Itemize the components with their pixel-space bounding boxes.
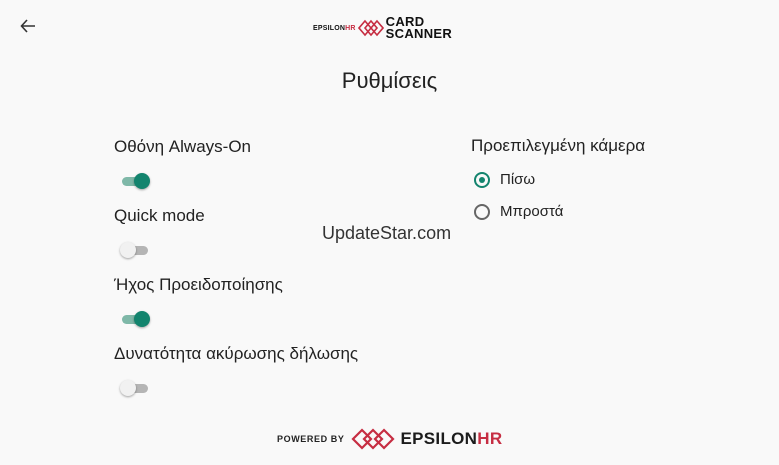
watermark-text: UpdateStar.com	[322, 223, 452, 243]
epsilonhr-logo-icon	[350, 428, 395, 450]
alert-sound-toggle[interactable]	[121, 310, 151, 328]
toggle-thumb	[134, 173, 150, 189]
toggle-thumb	[134, 311, 150, 327]
setting-label-always-on: Οθόνη Always-On	[114, 137, 251, 156]
camera-option-back[interactable]: Πίσω	[474, 171, 535, 188]
setting-label-quick-mode: Quick mode	[114, 206, 205, 225]
camera-option-front[interactable]: Μπροστά	[474, 203, 563, 220]
app-logo: EPSILONHR CARD SCANNER	[313, 14, 453, 41]
epsilonhr-logo-icon	[357, 19, 384, 37]
footer-brand: EPSILONHR	[400, 429, 503, 448]
back-button[interactable]	[16, 14, 40, 38]
camera-option-label: Μπροστά	[500, 203, 564, 220]
arrow-left-icon	[20, 19, 35, 33]
camera-option-label: Πίσω	[500, 171, 536, 188]
page-title: Ρυθμίσεις	[341, 68, 438, 93]
logo-product-name: CARD SCANNER	[385, 14, 453, 41]
toggle-thumb	[120, 380, 136, 396]
default-camera-title: Προεπιλεγμένη κάμερα	[471, 136, 646, 155]
setting-label-alert-sound: Ήχος Προειδοποίησης	[114, 275, 283, 294]
always-on-toggle[interactable]	[121, 172, 151, 190]
radio-checked-icon[interactable]	[474, 171, 490, 188]
setting-label-cancel-declaration: Δυνατότητα ακύρωσης δήλωσης	[114, 344, 359, 363]
powered-by-footer: POWERED BY EPSILONHR	[277, 427, 502, 451]
radio-unchecked-icon[interactable]	[474, 203, 490, 220]
quick-mode-toggle[interactable]	[120, 241, 151, 259]
toggle-thumb	[120, 242, 136, 258]
powered-by-label: POWERED BY	[277, 434, 345, 444]
logo-brand-small: EPSILONHR	[313, 24, 356, 32]
cancel-declaration-toggle[interactable]	[120, 379, 151, 397]
